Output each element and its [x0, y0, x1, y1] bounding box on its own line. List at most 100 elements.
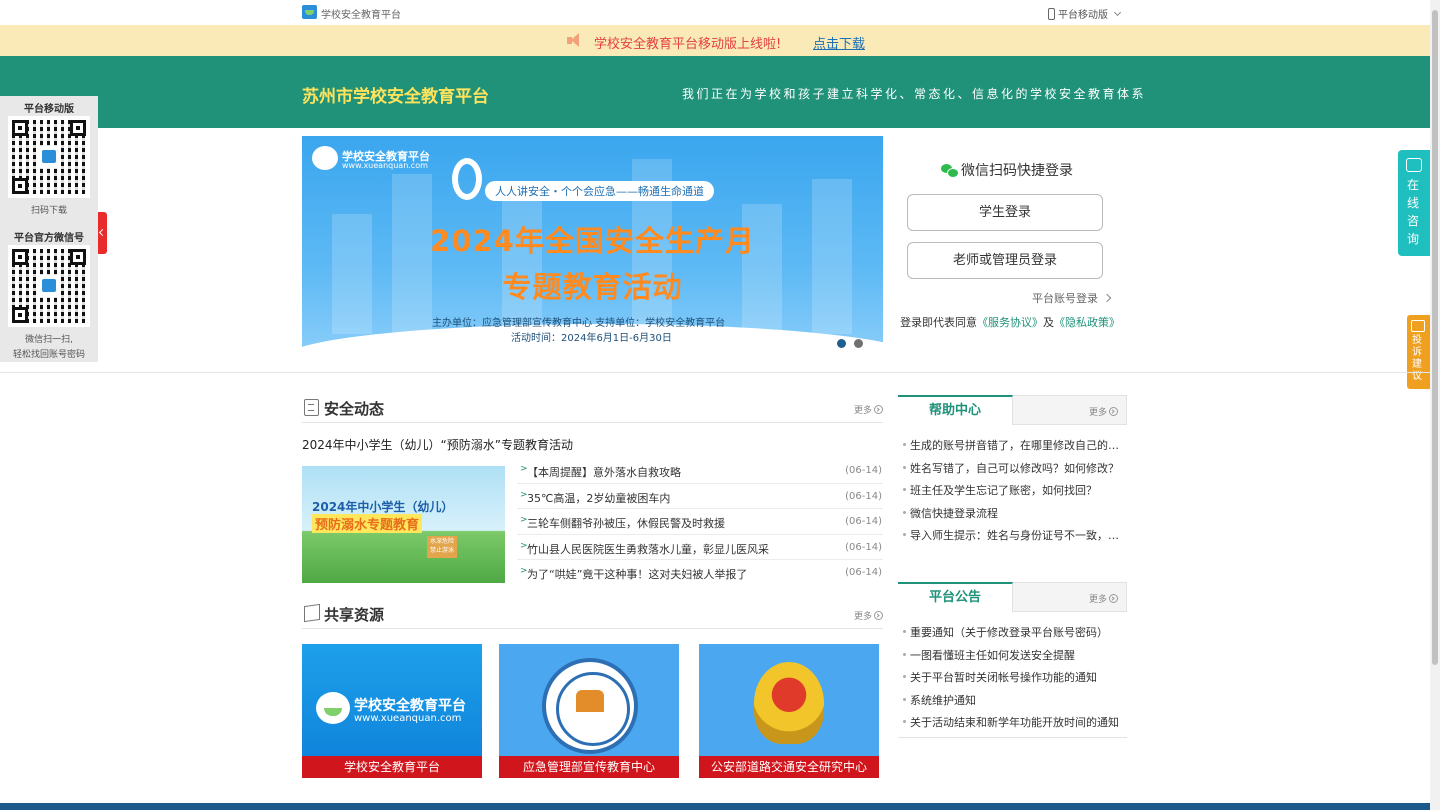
news-date: (06-14) — [845, 490, 882, 502]
qr-finder — [12, 178, 28, 194]
collapse-panel-toggle[interactable] — [98, 212, 107, 254]
news-list: > 【本周提醒】意外落水自救攻略 (06-14) > 35℃高温，2岁幼童被困车… — [517, 458, 883, 586]
announcement-box: 平台公告 更多 重要通知（关于修改登录平台账号密码） 一图看懂班主任如何发送安全… — [898, 582, 1127, 738]
wechat-login-label: 微信扫码快捷登录 — [961, 163, 1073, 179]
notice-bar: 学校安全教育平台移动版上线啦! 点击下载 — [0, 25, 1430, 56]
qr-logo-icon — [42, 150, 56, 163]
tab-help-center[interactable]: 帮助中心 — [898, 395, 1013, 425]
news-title: 【本周提醒】意外落水自救攻略 — [527, 466, 681, 479]
news-feature-image[interactable]: 2024年中小学生（幼儿） 预防溺水专题教育 水深危险 禁止游泳 — [302, 466, 505, 583]
teacher-login-button[interactable]: 老师或管理员登录 — [907, 242, 1103, 279]
list-item[interactable]: 姓名写错了，自己可以修改吗？如何修改？ — [898, 460, 1127, 483]
resource-card[interactable]: 应急管理部宣传教育中心 — [499, 644, 679, 778]
announcement-more-link[interactable]: 更多 — [1089, 592, 1118, 605]
site-slogan: 我们正在为学校和孩子建立科学化、常态化、信息化的学校安全教育体系 — [682, 87, 1147, 101]
map-icon — [304, 603, 320, 623]
news-more-link[interactable]: 更多 — [854, 403, 883, 416]
list-item[interactable]: 班主任及学生忘记了账密，如何找回？ — [898, 482, 1127, 505]
banner-logo-icon — [312, 146, 338, 170]
news-headline[interactable]: 2024年中小学生（幼儿）“预防溺水”专题教育活动 — [302, 436, 573, 453]
mobile-qr-code — [8, 116, 90, 198]
carousel-dot-2[interactable] — [854, 339, 863, 348]
mobile-version-title: 平台移动版 — [24, 104, 74, 115]
agreement-text: 登录即代表同意《服务协议》及《隐私政策》 — [900, 314, 1120, 330]
online-consult-label: 在线咨询 — [1407, 178, 1420, 246]
resource-card[interactable]: 公安部道路交通安全研究中心 — [699, 644, 879, 778]
online-consult-button[interactable]: 在线咨询 — [1398, 150, 1430, 256]
resource-logo-url: www.xueanquan.com — [354, 713, 462, 724]
qr-finder — [12, 249, 28, 265]
account-login-link[interactable]: 平台账号登录 — [1032, 290, 1112, 306]
scrollbar-thumb[interactable] — [1432, 10, 1438, 665]
news-image-sign: 水深危险 禁止游泳 — [427, 536, 457, 558]
chat-icon — [1406, 158, 1422, 172]
qr-pattern — [12, 120, 86, 194]
section-divider — [0, 372, 1430, 373]
arrow-circle-icon — [1109, 594, 1118, 603]
banner-organizers: 主办单位：应急管理部宣传教育中心 支持单位：学校安全教育平台 — [432, 318, 726, 329]
page-scrollbar[interactable] — [1430, 0, 1440, 810]
resource-caption: 应急管理部宣传教育中心 — [499, 756, 679, 778]
list-item[interactable]: 生成的账号拼音错了，在哪里修改自己的账号？ — [898, 437, 1127, 460]
tab-announcements[interactable]: 平台公告 — [898, 582, 1013, 612]
agree-prefix: 登录即代表同意 — [900, 316, 977, 329]
document-icon — [304, 399, 319, 416]
chevron-down-icon — [1113, 8, 1122, 16]
platform-logo-icon — [302, 5, 317, 19]
wechat-qr-caption-2: 轻松找回账号密码 — [12, 350, 85, 360]
resource-caption: 公安部道路交通安全研究中心 — [699, 756, 879, 778]
site-header: 苏州市学校安全教育平台 我们正在为学校和孩子建立科学化、常态化、信息化的学校安全… — [0, 56, 1430, 128]
site-title[interactable]: 苏州市学校安全教育平台 — [302, 82, 489, 107]
list-item[interactable]: 重要通知（关于修改登录平台账号密码） — [898, 624, 1127, 647]
qr-finder — [12, 307, 28, 323]
student-login-button[interactable]: 学生登录 — [907, 194, 1103, 231]
list-item[interactable]: 微信快捷登录流程 — [898, 505, 1127, 528]
list-item[interactable]: > 【本周提醒】意外落水自救攻略 (06-14) — [517, 458, 883, 484]
agree-and: 及 — [1043, 316, 1054, 329]
arrow-circle-icon — [874, 611, 883, 620]
people-icon — [576, 690, 604, 712]
list-item[interactable]: > 竹山县人民医院医生勇救落水儿童，彰显儿医风采 (06-14) — [517, 535, 883, 560]
resources-section-title: 共享资源 — [324, 606, 385, 624]
list-item[interactable]: 关于平台暂时关闭帐号操作功能的通知 — [898, 669, 1127, 692]
list-item[interactable]: 导入师生提示：姓名与身份证号不一致，如何处理？ — [898, 527, 1127, 550]
footer-bar — [0, 803, 1430, 810]
list-item[interactable]: 系统维护通知 — [898, 692, 1127, 715]
wechat-login[interactable]: 微信扫码快捷登录 — [941, 160, 1073, 180]
speaker-icon — [567, 33, 585, 48]
news-image-line-2: 预防溺水专题教育 — [312, 514, 423, 533]
list-item[interactable]: 一图看懂班主任如何发送安全提醒 — [898, 647, 1127, 670]
complaint-suggest-button[interactable]: 投诉建议 — [1407, 315, 1430, 389]
resources-more-link[interactable]: 更多 — [854, 609, 883, 622]
more-label: 更多 — [1088, 408, 1107, 418]
privacy-policy-link[interactable]: 《隐私政策》 — [1054, 316, 1120, 329]
news-title: 竹山县人民医院医生勇救落水儿童，彰显儿医风采 — [527, 542, 769, 556]
news-title: 为了“哄娃”竟干这种事！这对夫妇被人举报了 — [527, 568, 748, 581]
banner-headline-2: 专题教育活动 — [502, 270, 683, 304]
top-brand[interactable]: 学校安全教育平台 — [321, 6, 401, 21]
list-item[interactable]: > 35℃高温，2岁幼童被困车内 (06-14) — [517, 484, 883, 509]
complaint-suggest-label: 投诉建议 — [1412, 335, 1422, 382]
news-title: 三轮车侧翻爷孙被压，休假民警及时救援 — [527, 517, 725, 530]
mobile-version-label: 平台移动版 — [1058, 10, 1108, 21]
download-link[interactable]: 点击下载 — [813, 33, 865, 52]
list-item[interactable]: 关于活动结束和新学年功能开放时间的通知 — [898, 714, 1127, 737]
police-badge-icon — [754, 662, 824, 744]
help-more-link[interactable]: 更多 — [1089, 405, 1118, 418]
news-date: (06-14) — [845, 541, 882, 553]
anniversary-number-icon — [452, 158, 482, 200]
service-agreement-link[interactable]: 《服务协议》 — [977, 316, 1043, 329]
list-item[interactable]: > 为了“哄娃”竟干这种事！这对夫妇被人举报了 (06-14) — [517, 560, 883, 586]
wechat-qr-code — [8, 245, 90, 327]
mobile-version-menu[interactable]: 平台移动版 — [1048, 6, 1122, 21]
news-section-title: 安全动态 — [324, 400, 385, 418]
carousel-dot-1[interactable] — [837, 339, 846, 348]
banner-logo-url: www.xueanquan.com — [342, 161, 428, 170]
list-item[interactable]: > 三轮车侧翻爷孙被压，休假民警及时救援 (06-14) — [517, 509, 883, 535]
hero-banner[interactable]: 学校安全教育平台 www.xueanquan.com 人人讲安全・个个会应急——… — [302, 136, 883, 364]
news-date: (06-14) — [845, 516, 882, 527]
arrow-circle-icon — [874, 405, 883, 414]
left-float-panel: 平台移动版 扫码下载 平台官方微信号 微信扫一扫, 轻松找回账号密码 — [0, 96, 107, 362]
more-label: 更多 — [853, 406, 872, 416]
resource-card[interactable]: 学校安全教育平台 www.xueanquan.com 学校安全教育平台 — [302, 644, 482, 778]
